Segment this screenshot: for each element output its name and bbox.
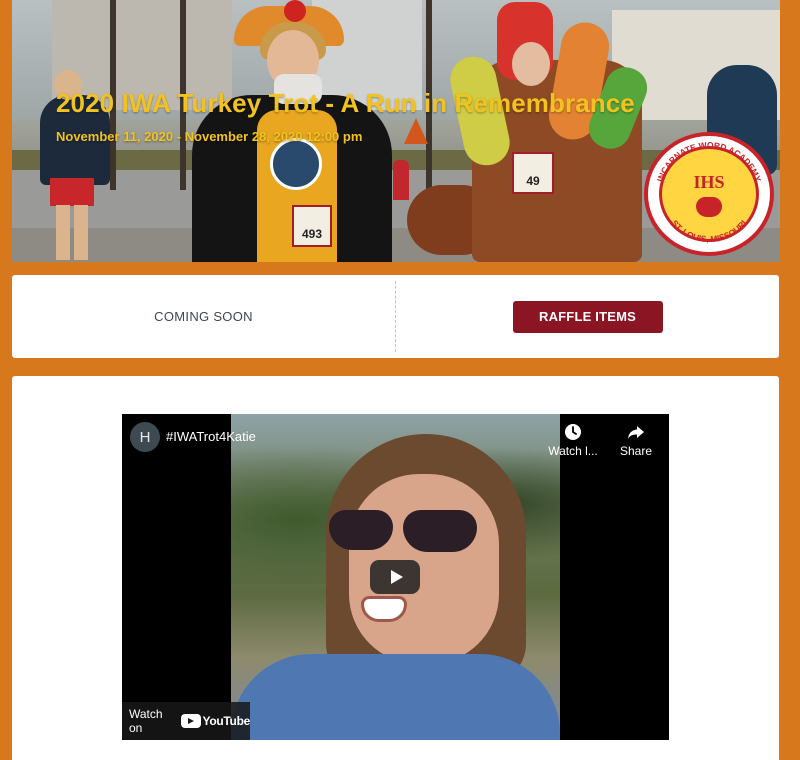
event-title: 2020 IWA Turkey Trot - A Run in Remembra… [56, 88, 635, 118]
svg-text:ST. LOUIS, MISSOURI: ST. LOUIS, MISSOURI [670, 218, 749, 244]
fire-hydrant [393, 160, 409, 200]
costume-wearer-face [512, 42, 550, 86]
youtube-embed[interactable]: H #IWATrot4Katie Watch l... Share Watch … [122, 414, 669, 740]
youtube-logo: YouTube [180, 714, 251, 728]
race-bib: 49 [512, 152, 554, 194]
runner-shorts [50, 178, 94, 206]
share-icon [628, 426, 644, 439]
raffle-cell: RAFFLE ITEMS [396, 275, 779, 358]
race-bib: 493 [292, 205, 332, 247]
play-button[interactable] [370, 560, 420, 594]
clock-icon [565, 424, 581, 440]
watch-later-button[interactable]: Watch l... [543, 422, 603, 458]
watch-on-youtube-link[interactable]: Watch on YouTube [122, 702, 250, 740]
watch-later-label: Watch l... [548, 444, 598, 458]
event-actions: COMING SOON RAFFLE ITEMS [12, 275, 779, 358]
play-icon [390, 570, 403, 584]
channel-avatar[interactable]: H [130, 422, 160, 452]
thumbnail-shirt [231, 654, 560, 740]
school-seal: INCARNATE WORD ACADEMY ST. LOUIS, MISSOU… [644, 132, 774, 256]
youtube-wordmark: YouTube [202, 714, 251, 728]
event-date: November 11, 2020 - November 28, 2020 12… [56, 129, 363, 144]
runner-leg [56, 205, 70, 260]
content-panel: H #IWATrot4Katie Watch l... Share Watch … [12, 376, 779, 760]
sunglasses-icon [403, 510, 477, 552]
runner-leg [74, 205, 88, 260]
hero-banner: 493 49 INCARNATE WORD ACADEMY ST. LOUIS,… [12, 0, 780, 262]
coming-soon-label: COMING SOON [154, 309, 253, 324]
thumbnail-smile [361, 596, 407, 622]
seal-text-top: INCARNATE WORD ACADEMY [655, 140, 763, 183]
watch-on-label: Watch on [129, 707, 163, 735]
coming-soon-cell: COMING SOON [12, 275, 395, 358]
seal-text-bottom: ST. LOUIS, MISSOURI [670, 218, 749, 244]
channel-initial: H [139, 428, 151, 446]
seal-ring-text: INCARNATE WORD ACADEMY ST. LOUIS, MISSOU… [655, 140, 763, 244]
turkey-hat-head [284, 0, 306, 22]
youtube-icon [180, 714, 201, 728]
traffic-cone [404, 118, 428, 144]
bib-number: 493 [301, 227, 323, 241]
bib-number: 49 [526, 174, 540, 188]
share-label: Share [619, 444, 653, 458]
svg-text:INCARNATE WORD ACADEMY: INCARNATE WORD ACADEMY [655, 140, 763, 183]
video-title[interactable]: #IWATrot4Katie [166, 429, 256, 444]
sunglasses-icon [329, 510, 393, 550]
raffle-items-button[interactable]: RAFFLE ITEMS [512, 300, 663, 333]
shirt-logo [270, 138, 322, 190]
share-button[interactable]: Share [606, 422, 666, 458]
